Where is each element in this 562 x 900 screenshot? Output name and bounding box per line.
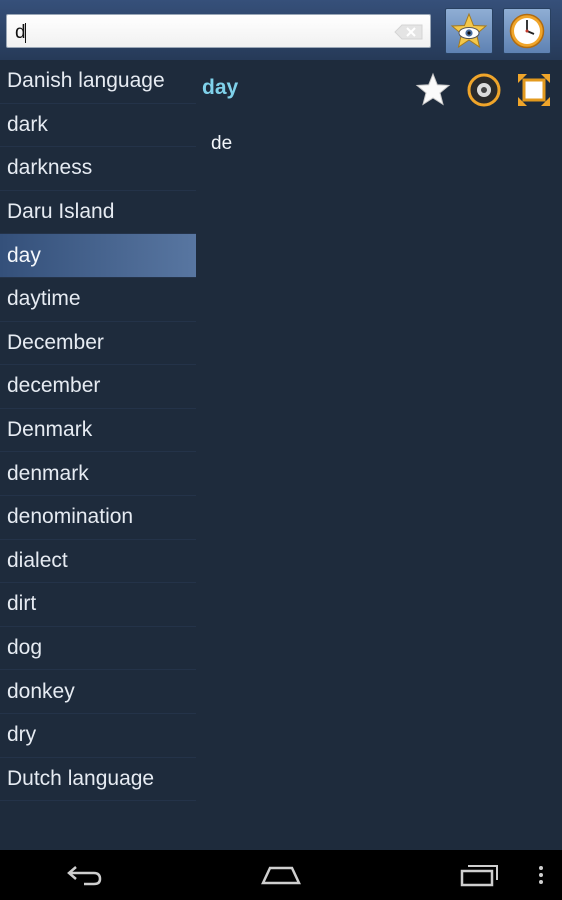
text-cursor	[25, 23, 26, 43]
clear-search-button[interactable]	[394, 24, 424, 40]
translation-text: de	[211, 133, 233, 154]
back-icon	[67, 866, 102, 886]
word-list-item[interactable]: dry	[0, 714, 196, 758]
word-list-item[interactable]: Denmark	[0, 409, 196, 453]
word-list-item[interactable]: Danish language	[0, 60, 196, 104]
home-button[interactable]	[259, 860, 303, 890]
fullscreen-icon	[518, 74, 550, 106]
recent-apps-icon	[460, 865, 498, 887]
detail-pane: day de	[196, 60, 562, 850]
system-navigation-bar	[0, 850, 562, 900]
menu-button[interactable]	[533, 860, 549, 890]
word-list-item[interactable]: darkness	[0, 147, 196, 191]
recent-apps-button[interactable]	[457, 860, 501, 890]
word-list-item[interactable]: Daru Island	[0, 191, 196, 235]
word-list-item[interactable]: dark	[0, 104, 196, 148]
clock-icon	[509, 13, 545, 49]
word-list-item[interactable]: dirt	[0, 583, 196, 627]
history-button[interactable]	[503, 8, 551, 54]
word-list-item[interactable]: donkey	[0, 670, 196, 714]
speaker-icon	[467, 73, 501, 107]
overflow-menu-icon	[539, 866, 543, 884]
word-list-item[interactable]: denmark	[0, 452, 196, 496]
favorite-button[interactable]	[413, 70, 453, 110]
star-icon	[415, 72, 451, 106]
pronunciation-button[interactable]	[464, 70, 504, 110]
word-list-item[interactable]: day	[0, 234, 196, 278]
word-list-item[interactable]: Dutch language	[0, 758, 196, 802]
selected-word-title: day	[202, 76, 239, 99]
home-icon	[261, 866, 301, 885]
top-bar: d	[0, 0, 562, 60]
word-list-item[interactable]: denomination	[0, 496, 196, 540]
word-list-item[interactable]: December	[0, 322, 196, 366]
search-input[interactable]: d	[6, 14, 431, 48]
word-list-item[interactable]: december	[0, 365, 196, 409]
search-input-text[interactable]: d	[15, 22, 26, 44]
fullscreen-button[interactable]	[514, 70, 554, 110]
word-list: Danish language dark darkness Daru Island da…	[0, 60, 196, 850]
word-list-item[interactable]: dialect	[0, 540, 196, 584]
word-list-item[interactable]: daytime	[0, 278, 196, 322]
word-list-item[interactable]: dog	[0, 627, 196, 671]
back-button[interactable]	[62, 860, 106, 890]
star-eye-icon	[450, 12, 488, 49]
favorites-button[interactable]	[445, 8, 493, 54]
clear-icon	[394, 24, 423, 40]
